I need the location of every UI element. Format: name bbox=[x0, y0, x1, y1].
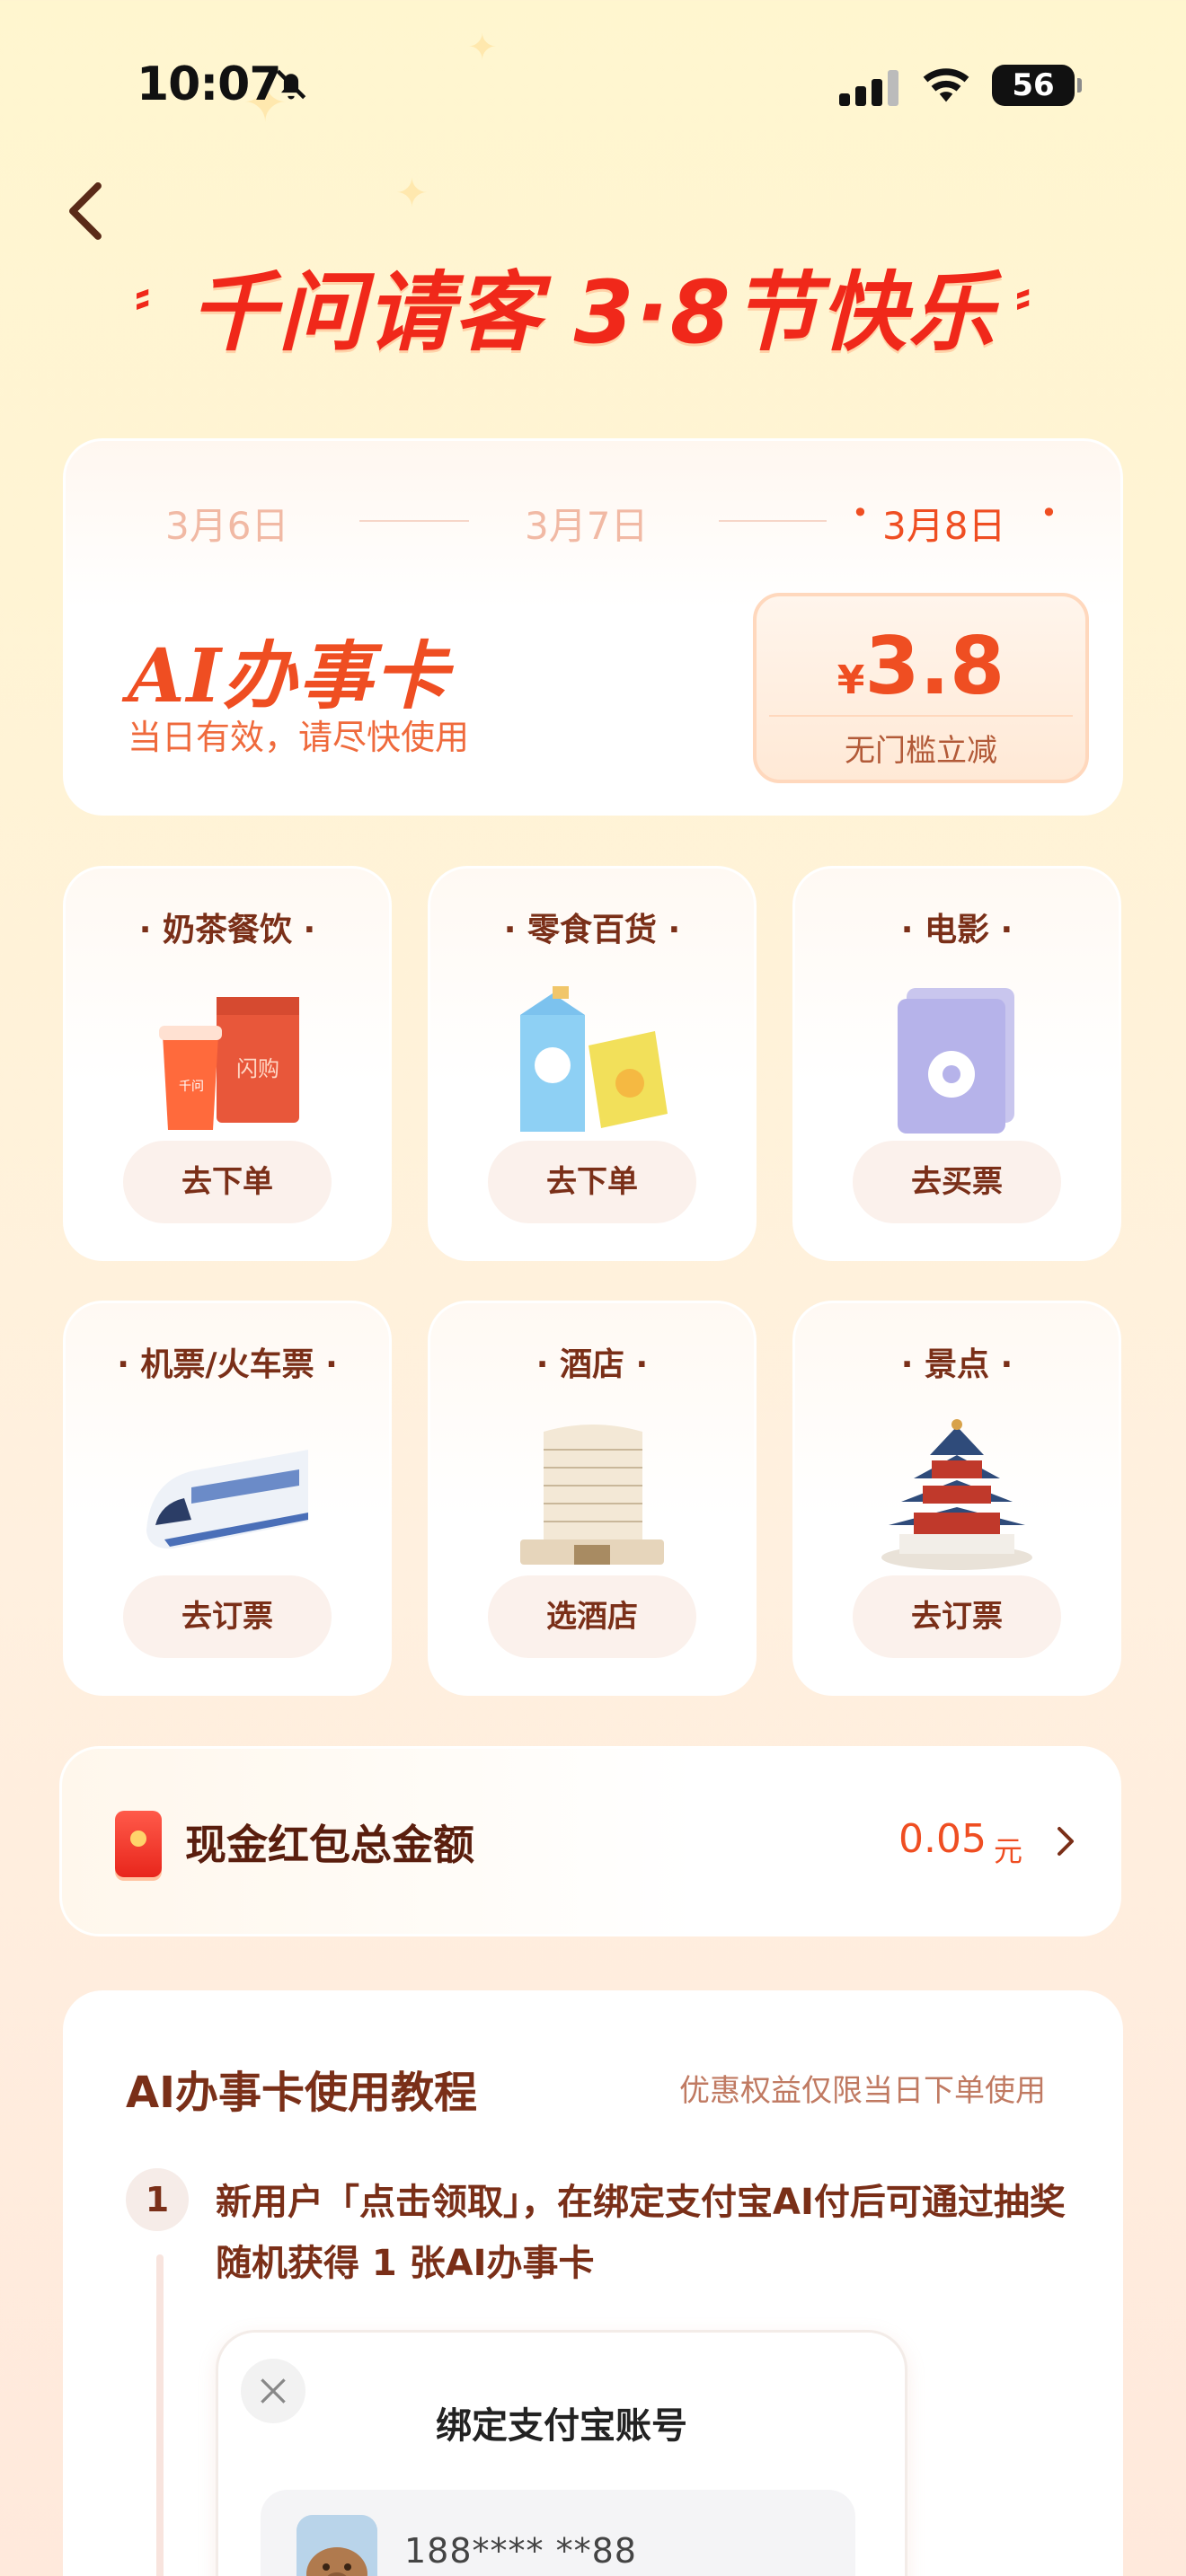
temple-icon bbox=[881, 1419, 1032, 1570]
battery-indicator: 56 bbox=[992, 65, 1082, 106]
red-packet-amount: 0.05 bbox=[898, 1816, 987, 1862]
date-divider bbox=[359, 520, 469, 522]
svg-text:闪购: 闪购 bbox=[236, 1056, 279, 1081]
cellular-signal-icon bbox=[839, 68, 898, 106]
date-tab-1[interactable]: 3月6日 bbox=[165, 496, 288, 551]
silent-bell-icon bbox=[276, 69, 306, 100]
order-button[interactable]: 去下单 bbox=[123, 1141, 332, 1223]
account-number: 188**** **88 bbox=[404, 2531, 637, 2571]
step-connector bbox=[156, 2254, 164, 2576]
movie-ticket-icon bbox=[898, 988, 1014, 1134]
currency-symbol: ¥ bbox=[836, 657, 865, 703]
status-time: 10:07 bbox=[137, 57, 282, 111]
capybara-avatar-icon bbox=[296, 2515, 377, 2576]
date-tab-3-active[interactable]: 3月8日 bbox=[882, 496, 1005, 551]
service-title: · 酒店 · bbox=[535, 1346, 649, 1383]
coupon-value: 3.8 bbox=[864, 620, 1005, 712]
service-title: · 零食百货 · bbox=[503, 912, 681, 948]
service-title: · 景点 · bbox=[900, 1346, 1013, 1383]
back-arrow-icon[interactable] bbox=[63, 180, 108, 243]
coupon-label: 无门槛立减 bbox=[845, 733, 997, 769]
ai-card-subtitle: 当日有效，请尽快使用 bbox=[128, 718, 470, 757]
book-ticket-button[interactable]: 去订票 bbox=[853, 1575, 1061, 1658]
avatar bbox=[296, 2515, 377, 2576]
sparkle-decoration: ✦ bbox=[395, 171, 429, 216]
book-ticket-button[interactable]: 去订票 bbox=[123, 1575, 332, 1658]
tutorial-title: AI办事卡使用教程 bbox=[126, 2068, 478, 2118]
service-title: · 电影 · bbox=[900, 912, 1013, 948]
snacks-icon bbox=[520, 986, 668, 1132]
order-button[interactable]: 去下单 bbox=[488, 1141, 696, 1223]
date-tab-2[interactable]: 3月7日 bbox=[525, 496, 648, 551]
chevron-right-icon[interactable] bbox=[1051, 1823, 1078, 1859]
coupon-divider bbox=[769, 715, 1073, 717]
step-text: 新用户「点击领取」，在绑定支付宝AI付后可通过抽奖随机获得 1 张AI办事卡 bbox=[216, 2182, 1066, 2284]
page-title: 千问请客 3·8节快乐 bbox=[190, 262, 996, 363]
train-icon bbox=[146, 1450, 308, 1549]
coupon-amount: ¥3.8 bbox=[753, 620, 1089, 712]
active-date-dot: • bbox=[852, 496, 869, 530]
title-flourish-right: ⸗ bbox=[1015, 269, 1031, 323]
svg-text:千问: 千问 bbox=[179, 1080, 204, 1094]
date-divider bbox=[719, 520, 827, 522]
milk-tea-bag-icon: 闪购 千问 bbox=[159, 997, 299, 1130]
service-title: · 机票/火车票 · bbox=[117, 1346, 338, 1383]
ai-card-title: AI办事卡 bbox=[128, 633, 449, 719]
hotel-icon bbox=[520, 1425, 664, 1565]
sparkle-decoration: ✦ bbox=[467, 27, 498, 68]
step-number: 1 bbox=[126, 2168, 189, 2231]
select-hotel-button[interactable]: 选酒店 bbox=[488, 1575, 696, 1658]
active-date-dot: • bbox=[1040, 496, 1058, 530]
tutorial-note: 优惠权益仅限当日下单使用 bbox=[679, 2073, 1046, 2109]
buy-ticket-button[interactable]: 去买票 bbox=[853, 1141, 1061, 1223]
red-packet-icon bbox=[115, 1811, 162, 1877]
wifi-icon bbox=[923, 68, 969, 102]
dialog-title: 绑定支付宝账号 bbox=[436, 2405, 687, 2447]
red-packet-unit: 元 bbox=[994, 1834, 1023, 1868]
service-title: · 奶茶餐饮 · bbox=[138, 912, 316, 948]
red-packet-label: 现金红包总金额 bbox=[185, 1821, 474, 1869]
